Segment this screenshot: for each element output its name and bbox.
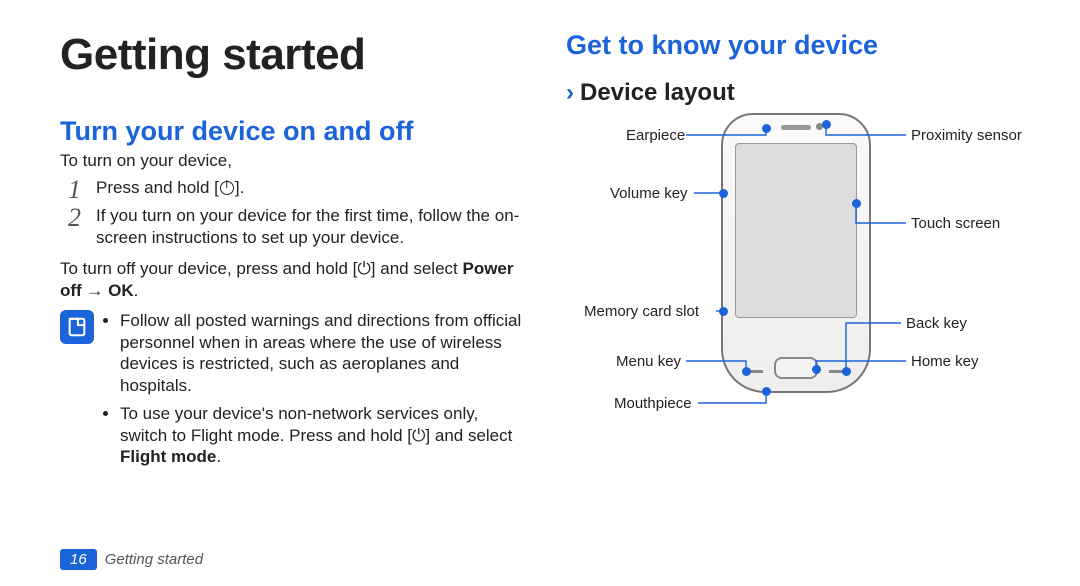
note-item-2: To use your device's non-network service… (120, 403, 526, 468)
step-2: If you turn on your device for the first… (68, 205, 526, 249)
steps-list: Press and hold []. If you turn on your d… (68, 177, 526, 248)
note-box: Follow all posted warnings and direction… (60, 310, 526, 474)
label-home-key: Home key (911, 353, 979, 370)
page-footer: 16 Getting started (60, 549, 203, 570)
page-number-badge: 16 (60, 549, 97, 570)
label-menu-key: Menu key (616, 353, 681, 370)
chevron-right-icon: › (566, 79, 574, 107)
label-volume-key: Volume key (610, 185, 688, 202)
label-back-key: Back key (906, 315, 967, 332)
leader-lines (566, 113, 1026, 473)
label-earpiece: Earpiece (626, 127, 685, 144)
page-title: Getting started (60, 30, 526, 80)
subsection-device-layout: Device layout (580, 79, 735, 107)
section-heading-know-device: Get to know your device (566, 30, 1032, 61)
label-memory-card-slot: Memory card slot (584, 303, 699, 320)
turn-off-paragraph: To turn off your device, press and hold … (60, 258, 526, 302)
label-proximity-sensor: Proximity sensor (911, 127, 1022, 144)
power-icon (220, 181, 234, 195)
section-heading-turn-on-off: Turn your device on and off (60, 116, 526, 147)
note-icon (60, 310, 94, 344)
intro-text: To turn on your device, (60, 151, 526, 171)
right-column: Get to know your device › Device layout (566, 30, 1032, 550)
footer-section-name: Getting started (105, 551, 203, 568)
label-touch-screen: Touch screen (911, 215, 1000, 232)
note-item-1: Follow all posted warnings and direction… (120, 310, 526, 397)
step-1: Press and hold []. (68, 177, 526, 199)
left-column: Getting started Turn your device on and … (60, 30, 526, 550)
label-mouthpiece: Mouthpiece (614, 395, 692, 412)
device-layout-diagram: Earpiece Volume key Memory card slot Men… (566, 113, 1026, 473)
